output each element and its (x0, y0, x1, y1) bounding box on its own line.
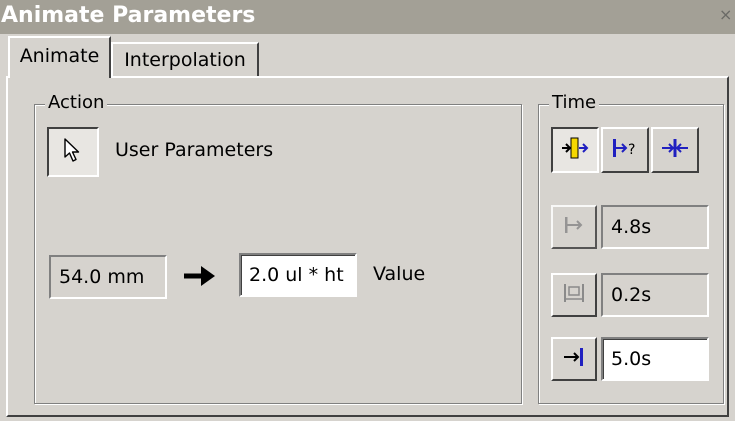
start-value-field: 54.0 mm (49, 255, 167, 299)
window-title: Animate Parameters (1, 3, 256, 28)
time-query-button[interactable]: ? (601, 127, 649, 173)
right-arrow-icon (183, 265, 217, 291)
start-time-field: 4.8s (601, 205, 709, 249)
duration-button[interactable] (551, 273, 597, 317)
time-range-icon (660, 136, 690, 164)
mode-label: User Parameters (115, 139, 274, 161)
value-label: Value (373, 263, 426, 285)
time-current-button[interactable] (551, 127, 599, 173)
tab-panel: Action User Parameters 54.0 mm 2.0 ul * … (6, 76, 729, 417)
start-time-button[interactable] (551, 205, 597, 249)
time-query-icon: ? (610, 136, 640, 164)
action-group-title: Action (45, 92, 108, 114)
tab-animate[interactable]: Animate (8, 36, 111, 78)
end-value-input[interactable]: 2.0 ul * ht (239, 253, 357, 297)
duration-icon (561, 281, 587, 309)
end-time-icon (561, 346, 587, 372)
end-time-input[interactable]: 5.0s (601, 337, 709, 381)
time-current-icon (560, 135, 590, 165)
end-time-button[interactable] (551, 337, 597, 381)
start-time-icon (561, 215, 587, 239)
title-bar: Animate Parameters × (0, 0, 735, 34)
action-group: Action User Parameters 54.0 mm 2.0 ul * … (34, 92, 522, 404)
svg-text:?: ? (628, 142, 635, 158)
parameter-select-button[interactable] (47, 127, 99, 177)
close-icon[interactable]: × (719, 7, 733, 23)
time-group: Time ? 4.8s 0.2s 5.0s (538, 92, 724, 404)
dialog-body: Animate Interpolation Action User Parame… (0, 34, 735, 421)
time-range-button[interactable] (651, 127, 699, 173)
cursor-arrow-icon (62, 137, 84, 167)
duration-field: 0.2s (601, 273, 709, 317)
tab-interpolation[interactable]: Interpolation (111, 42, 259, 76)
time-group-title: Time (549, 92, 600, 114)
